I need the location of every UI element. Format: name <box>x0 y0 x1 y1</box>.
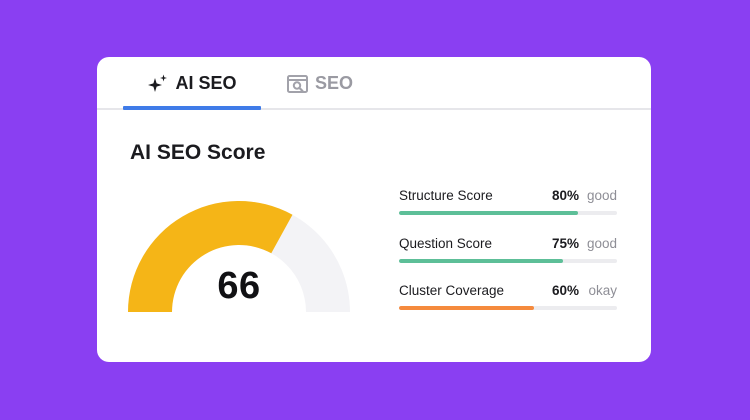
metric-rating: good <box>586 235 617 251</box>
score-value: 66 <box>217 265 261 307</box>
tab-ai-seo-label: AI SEO <box>175 73 237 93</box>
metric-structure-score: Structure Score 80% good <box>399 185 617 233</box>
seo-card: AI SEO SEO AI SEO Score 66 Structure Sco… <box>97 57 651 362</box>
metric-label: Structure Score <box>399 188 493 203</box>
metric-cluster-coverage: Cluster Coverage 60% okay <box>399 280 617 328</box>
tab-ai-seo[interactable]: AI SEO <box>123 57 261 110</box>
metric-percent: 60% <box>551 283 579 298</box>
progress-track <box>399 306 617 310</box>
metric-label: Cluster Coverage <box>399 283 505 298</box>
sparkle-icon <box>147 73 169 95</box>
progress-fill <box>399 258 563 263</box>
active-tab-indicator <box>123 106 261 110</box>
metric-rating: good <box>586 188 617 203</box>
metric-question-score: Question Score 75% good <box>399 233 617 281</box>
tab-seo[interactable]: SEO <box>287 57 357 110</box>
metric-rating: okay <box>588 283 617 298</box>
progress-fill <box>399 306 535 310</box>
metric-percent: 75% <box>551 235 579 251</box>
tab-bar: AI SEO SEO <box>97 57 651 110</box>
metric-percent: 80% <box>551 188 579 203</box>
metrics-list: Structure Score 80% good Question Score … <box>399 185 617 328</box>
metric-label: Question Score <box>399 235 493 251</box>
progress-fill <box>399 211 578 215</box>
progress-track <box>399 211 617 215</box>
seo-search-icon <box>287 74 309 94</box>
score-title: AI SEO Score <box>130 141 266 164</box>
progress-track <box>399 258 617 263</box>
tab-seo-label: SEO <box>315 73 354 93</box>
